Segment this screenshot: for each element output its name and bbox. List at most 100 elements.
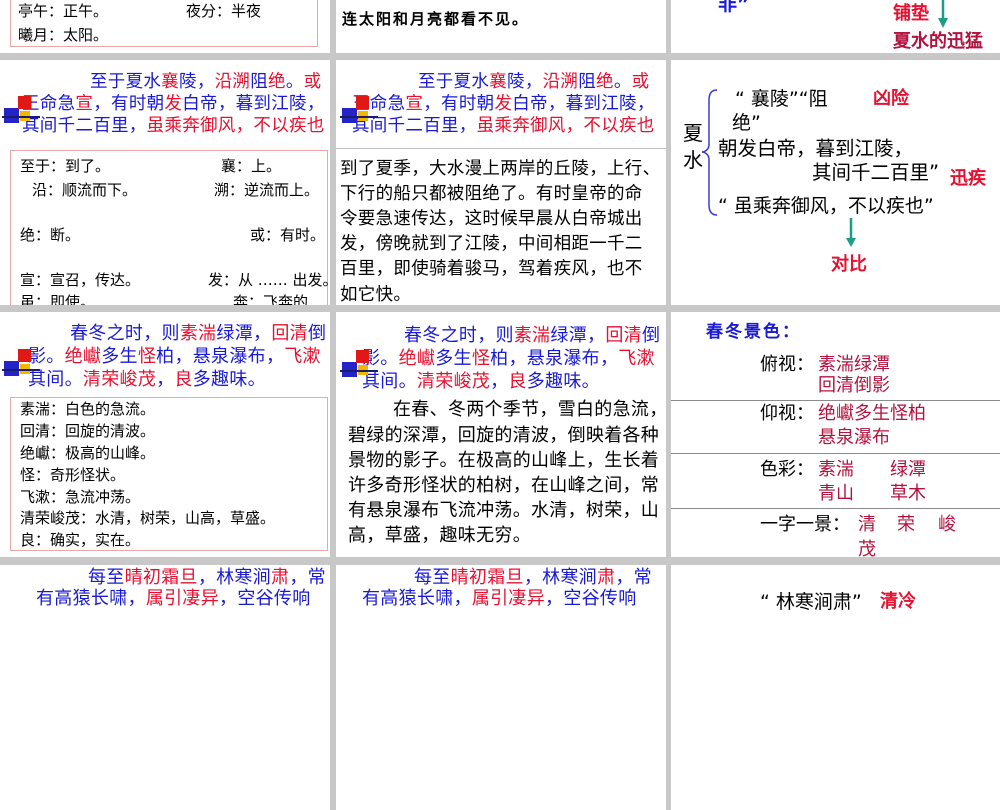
passage-line: 其间千二百里，虽乘奔御风，不以疾也 — [22, 116, 325, 136]
bullet-decoration-icon — [340, 96, 380, 126]
text-run: 阻 — [250, 72, 269, 92]
text-run: 春冬之时，则 — [70, 323, 180, 344]
gloss-entry: 至于：到了。 — [20, 157, 111, 175]
analysis-line: “ 林寒涧肃” — [760, 591, 862, 613]
gloss-entry: 良：确实，实在。 — [20, 531, 141, 549]
text-run: 绝 — [268, 72, 286, 92]
text-run: 柏，悬泉瀑布， — [490, 348, 619, 369]
text-run: 怪 — [471, 348, 491, 369]
row-value: 清 — [858, 514, 876, 535]
gloss-entry: 亭午：正午。 — [18, 2, 109, 20]
text-run: 回清 — [605, 325, 642, 346]
text-run: 倒 — [641, 325, 661, 346]
text-run: ，常 — [615, 567, 652, 588]
text-run: 绝巘 — [398, 348, 436, 369]
slide-thumbnail-r2c3[interactable]: 夏 水 “ 襄陵”“阻 凶险 绝” 朝发白帝，暮到江陵， 其间千二百里” 迅疾 … — [671, 60, 1000, 305]
text-run: ， — [490, 371, 509, 392]
translation-line: 到了夏季，大水漫上两岸的丘陵，上行、 — [340, 159, 661, 179]
note-pudian: 铺垫 — [893, 3, 929, 24]
slide-thumbnail-r3c2[interactable]: 春冬之时，则素湍绿潭，回清倒 影。绝巘多生怪柏，悬泉瀑布，飞漱 其间。清荣峻茂，… — [336, 312, 666, 557]
text-run: 襄 — [489, 72, 508, 92]
row-value: 绝巘多生怪柏 — [818, 403, 926, 424]
slide-thumbnail-r4c3[interactable]: “ 林寒涧肃” 清冷 — [671, 565, 1000, 810]
gloss-entry: 溯：逆流而上。 — [214, 181, 320, 199]
translation-line: 连太阳和月亮都看不见。 — [342, 10, 530, 28]
text-run: 每至 — [414, 567, 451, 588]
translation-line: 令要急速传达，这时候早晨从白帝城出 — [340, 209, 643, 229]
text-run: 虽乘奔御风，不以疾也 — [476, 116, 655, 136]
analysis-line: “ 虽乘奔御风，不以疾也” — [718, 195, 934, 217]
text-run: 肃 — [597, 567, 616, 588]
text-run: ，林寒涧 — [197, 567, 272, 588]
text-run: ，空谷传响 — [219, 588, 311, 609]
passage-line: 至于夏水襄陵，沿溯阻绝。或 — [90, 72, 321, 92]
slide-thumbnail-r2c1[interactable]: 至于夏水襄陵，沿溯阻绝。或 王命急宣，有时朝发白帝，暮到江陵， 其间千二百里，虽… — [0, 60, 330, 305]
text-run: 或 — [631, 72, 650, 92]
slide-thumbnail-r1c2[interactable]: 连太阳和月亮都看不见。 — [336, 0, 666, 53]
text-run: 白帝，暮到江陵， — [512, 94, 655, 114]
row-value: 素湍绿潭 — [818, 354, 890, 375]
decoration-block — [356, 96, 369, 109]
note-xunmeng: 夏水的迅猛 — [893, 31, 983, 52]
translation-line: 发，傍晚就到了江陵，中间相距一千二 — [340, 234, 643, 254]
row-value: 回清倒影 — [818, 375, 890, 396]
row-value: 峻 — [938, 514, 956, 535]
divider — [336, 148, 666, 149]
slide-thumbnail-r4c2[interactable]: 每至晴初霜旦，林寒涧肃，常 有高猿长啸，属引凄异，空谷传响 — [336, 565, 666, 810]
analysis-line: 绝” — [732, 112, 761, 134]
slide-thumbnail-r3c1[interactable]: 春冬之时，则素湍绿潭，回清倒 影。绝巘多生怪柏，悬泉瀑布，飞漱 其间。清荣峻茂，… — [0, 312, 330, 557]
text-run: 属引凄异 — [145, 588, 220, 609]
passage-line: 其间。清荣峻茂，良多趣味。 — [362, 373, 600, 391]
text-run: 良 — [508, 371, 527, 392]
translation-line: 下行的船只都被阻绝了。有时皇帝的命 — [340, 184, 643, 204]
row-value: 草木 — [890, 483, 926, 504]
passage-line: 每至晴初霜旦，林寒涧肃，常 — [88, 569, 326, 587]
gloss-entry: 沿：顺流而下。 — [32, 181, 138, 199]
passage-line: 有高猿长啸，属引凄异，空谷传响 — [36, 590, 311, 608]
decoration-block — [356, 350, 369, 363]
decoration-bar — [340, 116, 378, 118]
text-run: ，有时朝 — [93, 94, 165, 114]
text-run: 多生 — [435, 348, 472, 369]
text-run: 至于夏水 — [90, 72, 162, 92]
passage-line: 每至晴初霜旦，林寒涧肃，常 — [414, 569, 652, 587]
slide-thumbnail-r1c1[interactable]: 亭午：正午。 夜分：半夜 曦月：太阳。 — [0, 0, 330, 53]
passage-line: 王命急宣，有时朝发白帝，暮到江陵， — [352, 94, 655, 114]
text-run: 素湍 — [179, 323, 217, 344]
text-run: 回清 — [271, 323, 308, 344]
text-run: 虽乘奔御风，不以疾也 — [146, 116, 325, 136]
text-run: 有高猿长啸， — [362, 588, 472, 609]
text-run: 至于夏水 — [418, 72, 490, 92]
text-run: 每至 — [88, 567, 125, 588]
tag-xunji: 迅疾 — [950, 168, 986, 189]
text-run: 素湍 — [513, 325, 551, 346]
gloss-entry: 虽：即使。 — [20, 293, 96, 306]
decoration-bar — [2, 369, 40, 371]
slide-thumbnail-r1c3[interactable]: 非” 铺垫 夏水的迅猛 — [671, 0, 1000, 53]
text-run: 多生 — [101, 346, 138, 367]
text-run: 晴初霜旦 — [450, 567, 524, 588]
decoration-bar — [2, 116, 40, 118]
slide-thumbnail-r2c2[interactable]: 至于夏水襄陵，沿溯阻绝。或 王命急宣，有时朝发白帝，暮到江陵， 其间千二百里，虽… — [336, 60, 666, 305]
text-run: 绿潭， — [216, 323, 272, 344]
divider — [671, 508, 1000, 509]
gloss-entry: 奔：飞奔的 — [233, 293, 309, 306]
row-value: 素湍 — [818, 459, 854, 480]
text-run: 多趣味。 — [192, 369, 266, 390]
gloss-entry: 曦月：太阳。 — [18, 26, 109, 44]
gloss-entry: 飞漱：急流冲荡。 — [20, 488, 141, 506]
text-run: 陵， — [507, 72, 543, 92]
gloss-entry: 夜分：半夜 — [186, 2, 262, 20]
text-run: ，常 — [289, 567, 326, 588]
translation-line: 景物的影子。在极高的山峰上，生长着 — [348, 450, 660, 471]
slide-thumbnail-r4c1[interactable]: 每至晴初霜旦，林寒涧肃，常 有高猿长啸，属引凄异，空谷传响 — [0, 565, 330, 810]
row-value: 茂 — [858, 539, 876, 558]
decoration-block — [18, 349, 31, 362]
passage-line: 其间。清荣峻茂，良多趣味。 — [28, 371, 266, 389]
text-run: ， — [156, 369, 175, 390]
scenery-title: 春冬景色： — [706, 322, 801, 342]
bullet-decoration-icon — [2, 96, 42, 126]
tag-duibi: 对比 — [831, 254, 867, 275]
decoration-bar — [340, 370, 378, 372]
slide-thumbnail-r3c3[interactable]: 春冬景色： 俯视： 素湍绿潭 回清倒影 仰视： 绝巘多生怪柏 悬泉瀑布 色彩： … — [671, 312, 1000, 557]
